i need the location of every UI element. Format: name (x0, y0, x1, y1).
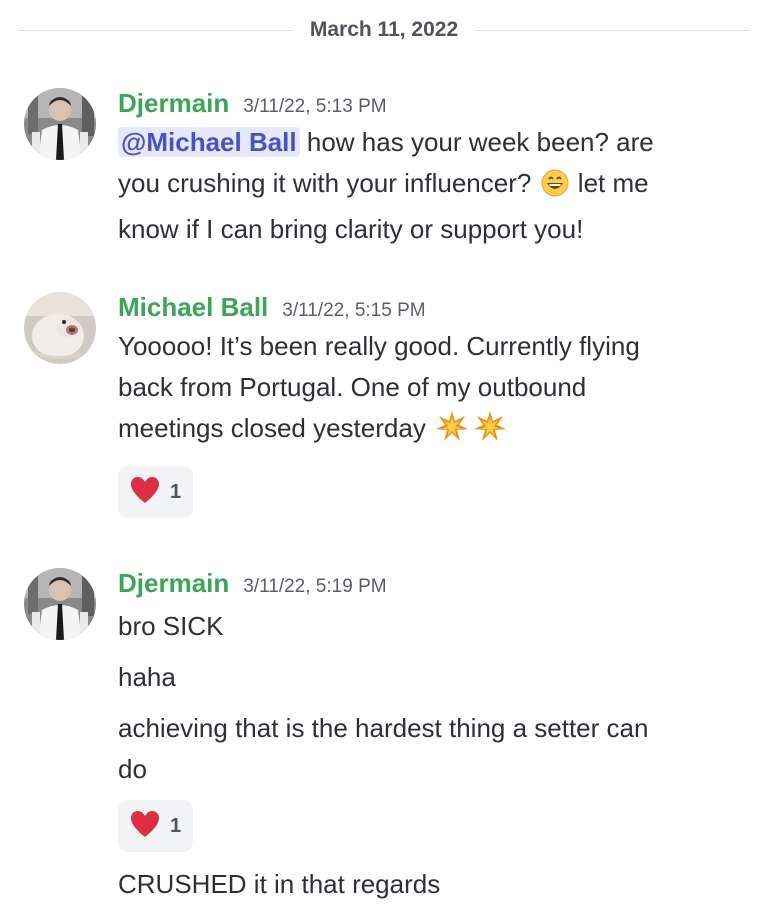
message-author[interactable]: Michael Ball (118, 292, 268, 323)
date-divider: March 11, 2022 (18, 14, 750, 46)
avatar[interactable] (24, 568, 96, 640)
heart-emoji-icon (130, 810, 160, 843)
collision-emoji-icon (473, 410, 507, 454)
reaction-button[interactable]: 1 (118, 466, 194, 518)
reaction-count: 1 (170, 480, 182, 503)
divider-line-left (18, 29, 292, 31)
date-divider-label: March 11, 2022 (309, 18, 459, 41)
message-author[interactable]: Djermain (118, 88, 229, 119)
message-text: Yooooo! It’s been really good. Currently… (118, 326, 750, 454)
message-line: bro SICK (118, 611, 224, 641)
reaction-button[interactable]: 1 (118, 800, 194, 852)
avatar[interactable] (24, 292, 96, 364)
message-timestamp: 3/11/22, 5:19 PM (243, 576, 387, 597)
message-text: bro SICK haha achieving that is the hard… (118, 606, 750, 790)
divider-line-right (476, 29, 750, 31)
heart-emoji-icon (130, 476, 160, 509)
message-line: do (118, 754, 147, 784)
message-text: @Michael Ball how has your week been? ar… (118, 122, 750, 250)
message-line: let me (577, 168, 649, 198)
reaction-count: 1 (170, 814, 182, 837)
grinning-emoji-icon (541, 168, 569, 209)
message-line: you crushing it with your influencer? (118, 168, 532, 198)
message-line: how has your week been? are (306, 127, 654, 157)
message-line: know if I can bring clarity or support y… (118, 214, 584, 244)
message-line: achieving that is the hardest thing a se… (118, 713, 649, 743)
message-timestamp: 3/11/22, 5:13 PM (243, 96, 387, 117)
message-line: Yooooo! It’s been really good. Currently… (118, 331, 640, 361)
collision-emoji-icon (435, 410, 469, 454)
message-line: CRUSHED it in that regards (118, 869, 441, 899)
message-timestamp: 3/11/22, 5:15 PM (282, 300, 426, 321)
message-line: meetings closed yesterday (118, 413, 426, 443)
user-mention[interactable]: @Michael Ball (118, 127, 300, 157)
message-line: haha (118, 662, 176, 692)
message-author[interactable]: Djermain (118, 568, 229, 599)
avatar[interactable] (24, 88, 96, 160)
message-line: back from Portugal. One of my outbound (118, 372, 587, 402)
